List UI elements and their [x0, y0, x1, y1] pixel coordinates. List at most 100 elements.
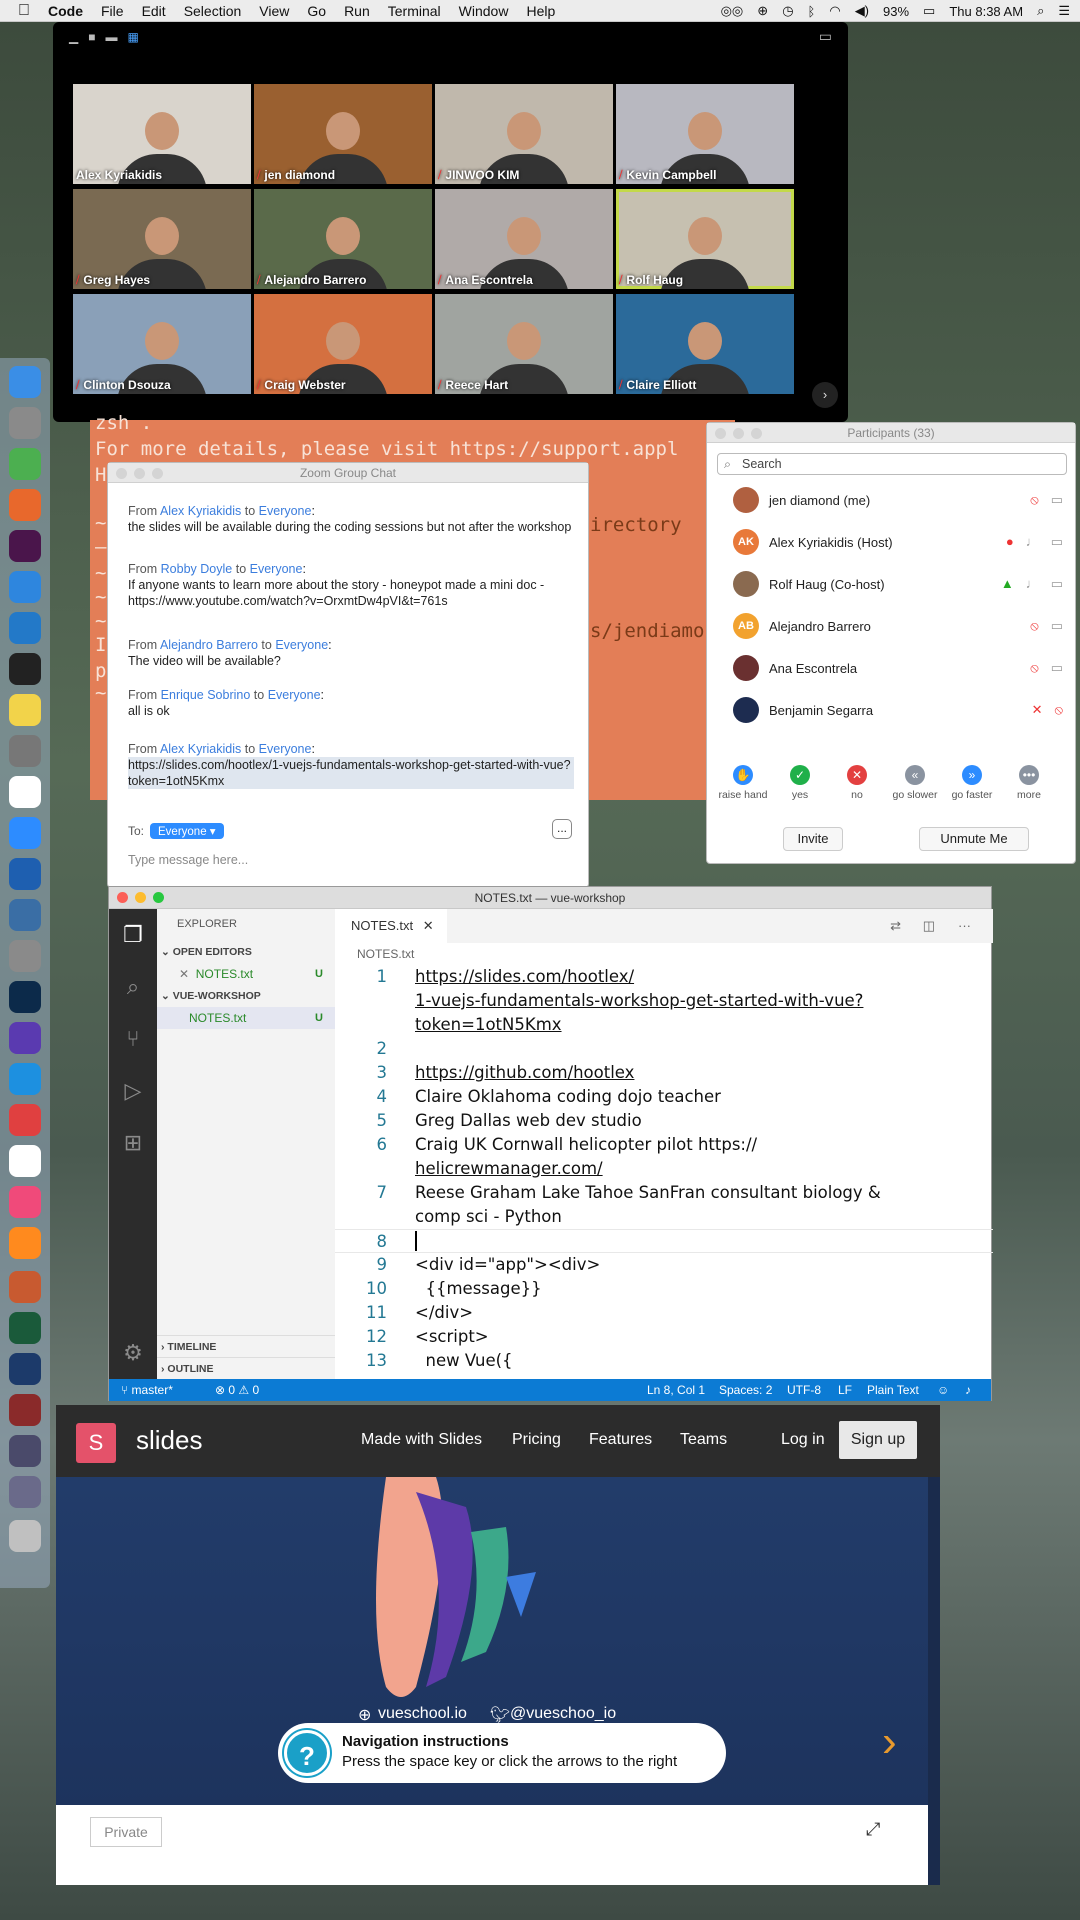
raise-hand-button[interactable]: ✋ raise hand [715, 765, 771, 801]
muted-mic-icon[interactable]: ⦸ [1030, 618, 1038, 634]
volume-icon[interactable]: ◀) [855, 3, 869, 19]
news-icon[interactable] [9, 1104, 41, 1136]
video-icon[interactable]: ▭ [1051, 660, 1063, 676]
menu-file[interactable]: File [101, 3, 124, 19]
settings-gear-icon[interactable]: ⚙ [109, 1327, 157, 1379]
window-controls[interactable] [116, 468, 163, 479]
sender-name[interactable]: Alex Kyriakidis [160, 742, 241, 756]
battery-icon[interactable]: ▭ [923, 3, 935, 19]
video-tile[interactable]: ⧸ JINWOO KIM [435, 84, 613, 184]
open-editors-section[interactable]: ⌄ OPEN EDITORS [157, 941, 335, 963]
code-line[interactable]: 1 https://slides.com/hootlex/ [335, 965, 975, 989]
message-input[interactable]: Type message here... [128, 853, 248, 867]
chrome-icon[interactable] [9, 448, 41, 480]
tab-notes[interactable]: NOTES.txt ✕ [335, 909, 447, 943]
site-url[interactable]: vueschool.io [378, 1705, 467, 1723]
view-icon[interactable]: ■ [88, 30, 95, 44]
code-line[interactable]: 6 Craig UK Cornwall helicopter pilot http… [335, 1133, 975, 1157]
zoom-icon[interactable] [9, 817, 41, 849]
feedback-icon[interactable]: ☺ [937, 1379, 949, 1401]
more-actions-icon[interactable]: ··· [958, 918, 971, 933]
close-icon[interactable]: ✕ [423, 918, 434, 933]
firefox-icon[interactable] [9, 489, 41, 521]
open-editor-file[interactable]: ✕ NOTES.txt U [157, 963, 335, 985]
more-button[interactable]: ••• more [1001, 765, 1057, 801]
extensions-icon[interactable]: ⊞ [109, 1117, 157, 1169]
control-center-icon[interactable]: ☰ [1058, 3, 1070, 19]
more-options-button[interactable]: ... [552, 819, 572, 839]
code-line[interactable]: 13 new Vue({ [335, 1349, 975, 1373]
terminal-icon[interactable] [9, 653, 41, 685]
window-icon[interactable] [9, 1312, 41, 1344]
go-faster-button[interactable]: » go faster [944, 765, 1000, 801]
private-badge[interactable]: Private [90, 1817, 162, 1847]
virtualbox-icon[interactable] [9, 899, 41, 931]
time-machine-icon[interactable]: ◷ [782, 3, 793, 19]
line-ending[interactable]: LF [838, 1379, 852, 1401]
participant-search-input[interactable]: ⌕ Search [717, 453, 1067, 475]
bell-icon[interactable]: ♪ [965, 1379, 971, 1401]
menu-terminal[interactable]: Terminal [388, 3, 441, 19]
mic-icon[interactable]: ♩ [1026, 534, 1039, 550]
message-text[interactable]: The video will be available? [128, 653, 574, 669]
video-tile[interactable]: ⧸ Rolf Haug [616, 189, 794, 289]
language-mode[interactable]: Plain Text [867, 1379, 919, 1401]
go-slower-button[interactable]: « go slower [887, 765, 943, 801]
breadcrumb[interactable]: NOTES.txt [335, 943, 993, 965]
code-line[interactable]: 1-vuejs-fundamentals-workshop-get-starte… [335, 989, 975, 1013]
recording-icon[interactable]: ● [1006, 534, 1014, 550]
window-icon[interactable] [9, 1394, 41, 1426]
sender-name[interactable]: Alex Kyriakidis [160, 504, 241, 518]
apple-icon[interactable]:  [18, 2, 36, 20]
chat-message[interactable]: From Alejandro Barrero to Everyone: The v… [128, 637, 574, 669]
nav-features[interactable]: Features [589, 1431, 652, 1449]
run-debug-icon[interactable]: ▷ [109, 1065, 157, 1117]
slides-logo[interactable]: S [76, 1423, 116, 1463]
navigation-instructions[interactable]: ? Navigation instructions Press the spac… [278, 1723, 726, 1783]
help-icon[interactable] [9, 940, 41, 972]
video-tile[interactable]: ⧸ Greg Hayes [73, 189, 251, 289]
glasses-icon[interactable]: ◎◎ [721, 3, 744, 19]
chat-message[interactable]: From Enrique Sobrino to Everyone: all is … [128, 687, 574, 719]
message-text[interactable]: If anyone wants to learn more about the … [128, 577, 574, 609]
workspace-file[interactable]: NOTES.txt U [157, 1007, 335, 1029]
video-tile[interactable]: ⧸ Clinton Dsouza [73, 294, 251, 394]
recipient-name[interactable]: Everyone [250, 562, 303, 576]
video-icon[interactable]: ▭ [1051, 576, 1063, 592]
safari-icon[interactable] [9, 571, 41, 603]
participant-row[interactable]: Benjamin Segarra ✕ ⦸ [733, 695, 1063, 725]
code-line[interactable]: 2 [335, 1037, 975, 1061]
message-text[interactable]: https://slides.com/hootlex/1-vuejs-funda… [128, 757, 574, 789]
window-controls[interactable] [715, 428, 762, 439]
menu-go[interactable]: Go [307, 3, 326, 19]
sublime-icon[interactable] [9, 1227, 41, 1259]
bluetooth-icon[interactable]: ᛒ [808, 4, 816, 19]
yes-button[interactable]: ✓ yes [772, 765, 828, 801]
menu-view[interactable]: View [259, 3, 289, 19]
no-button[interactable]: ✕ no [829, 765, 885, 801]
sender-name[interactable]: Alejandro Barrero [160, 638, 258, 652]
participant-row[interactable]: AK Alex Kyriakidis (Host) ● ♩ ▭ [733, 527, 1063, 557]
folder-icon[interactable] [9, 1271, 41, 1303]
twitter-handle[interactable]: @vueschoo_io [510, 1705, 616, 1723]
sender-name[interactable]: Robby Doyle [161, 562, 233, 576]
participant-row[interactable]: Rolf Haug (Co-host) ▲ ♩ ▭ [733, 569, 1063, 599]
recipient-name[interactable]: Everyone [259, 742, 312, 756]
gallery-icon[interactable]: ▦ [127, 30, 138, 44]
video-tile[interactable]: ⧸ Claire Elliott [616, 294, 794, 394]
video-tile[interactable]: ⧸ Kevin Campbell [616, 84, 794, 184]
brand-name[interactable]: slides [136, 1425, 202, 1456]
video-tile[interactable]: ⧸ Reece Hart [435, 294, 613, 394]
accessibility-icon[interactable]: ⊕ [757, 3, 768, 19]
nav-teams[interactable]: Teams [680, 1431, 727, 1449]
window-controls[interactable] [117, 892, 164, 903]
search-icon[interactable]: ⌕ [109, 961, 157, 1013]
code-line[interactable]: 8 [335, 1229, 993, 1253]
unmute-me-button[interactable]: Unmute Me [919, 827, 1029, 851]
remove-icon[interactable]: ✕ [1032, 702, 1043, 718]
window-icon[interactable] [9, 1435, 41, 1467]
code-line[interactable]: comp sci - Python [335, 1205, 975, 1229]
sender-name[interactable]: Enrique Sobrino [161, 688, 251, 702]
participant-row[interactable]: Ana Escontrela ⦸ ▭ [733, 653, 1063, 683]
window-icon[interactable] [9, 1476, 41, 1508]
